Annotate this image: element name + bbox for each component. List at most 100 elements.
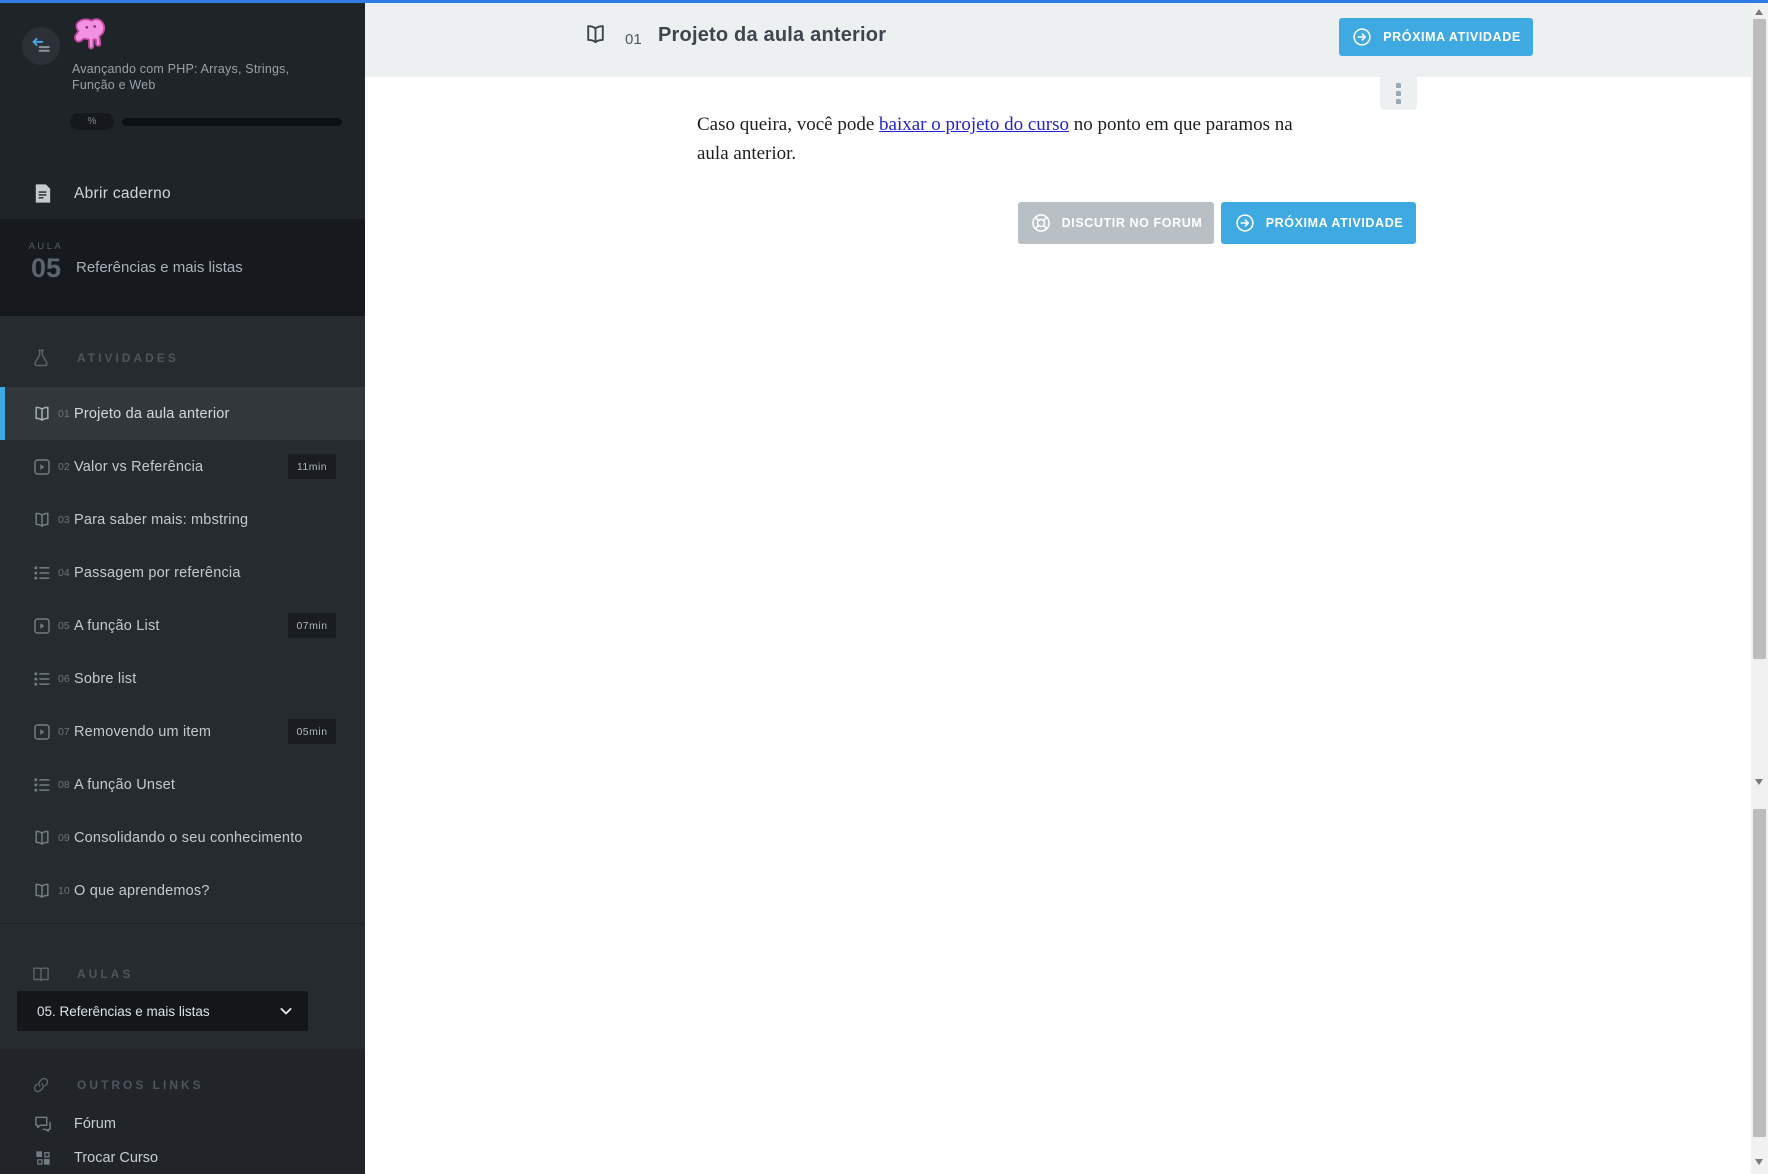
course-page: Avançando com PHP: Arrays, Strings, Funç… xyxy=(0,0,1768,1174)
book-open-icon xyxy=(32,510,52,530)
video-icon xyxy=(32,616,52,636)
activity-item-10[interactable]: 10 O que aprendemos? xyxy=(0,864,365,917)
activity-item-07[interactable]: 07 Removendo um item 05min xyxy=(0,705,365,758)
sidebar-item-switch-course[interactable]: Trocar Curso xyxy=(0,1141,365,1174)
lesson-title: Referências e mais listas xyxy=(76,259,243,276)
aulas-section-header: AULAS xyxy=(0,952,365,996)
activity-item-03[interactable]: 03 Para saber mais: mbstring xyxy=(0,493,365,546)
more-options-button[interactable] xyxy=(1380,77,1417,110)
activity-number: 03 xyxy=(58,513,70,526)
activity-item-01[interactable]: 01 Projeto da aula anterior xyxy=(0,387,365,440)
activity-label: Removendo um item xyxy=(74,723,212,740)
discuss-forum-button[interactable]: DISCUTIR NO FORUM xyxy=(1018,202,1214,244)
activity-item-08[interactable]: 08 A função Unset xyxy=(0,758,365,811)
activity-number: 08 xyxy=(58,778,70,791)
aulas-section-label: AULAS xyxy=(77,967,134,981)
sidebar: Avançando com PHP: Arrays, Strings, Funç… xyxy=(0,3,365,1174)
progress-percent-badge: % xyxy=(70,113,114,130)
aulas-section: AULAS 05. Referências e mais listas xyxy=(0,923,365,1049)
scroll-down-arrow[interactable] xyxy=(1755,1159,1763,1165)
book-open-icon xyxy=(583,22,608,47)
switch-course-label: Trocar Curso xyxy=(74,1150,159,1166)
activity-item-05[interactable]: 05 A função List 07min xyxy=(0,599,365,652)
grid-icon xyxy=(33,1148,53,1168)
next-activity-button-bottom[interactable]: PRÓXIMA ATIVIDADE xyxy=(1221,202,1416,244)
activity-item-02[interactable]: 02 Valor vs Referência 11min xyxy=(0,440,365,493)
loading-progress-strip xyxy=(0,0,1768,3)
scroll-up-arrow[interactable] xyxy=(1755,9,1763,15)
next-activity-button-top[interactable]: PRÓXIMA ATIVIDADE xyxy=(1339,18,1533,56)
page-title: Projeto da aula anterior xyxy=(658,24,887,46)
collapse-sidebar-icon xyxy=(30,35,52,57)
activity-label: A função Unset xyxy=(74,776,176,793)
scrollbar[interactable] xyxy=(1751,3,1768,1174)
next-activity-label: PRÓXIMA ATIVIDADE xyxy=(1265,216,1404,230)
lesson-badge-label: AULA xyxy=(28,241,64,252)
book-icon xyxy=(31,964,51,984)
book-open-icon xyxy=(32,828,52,848)
notebook-icon xyxy=(31,182,54,205)
activities-section-label: ATIVIDADES xyxy=(77,351,179,365)
activity-header: 01 Projeto da aula anterior PRÓXIMA ATIV… xyxy=(365,3,1751,77)
scrollbar-thumb-outer[interactable] xyxy=(1753,19,1766,659)
activity-item-04[interactable]: 04 Passagem por referência xyxy=(0,546,365,599)
exercise-list-icon xyxy=(32,563,52,583)
activity-header-number: 01 xyxy=(625,31,642,48)
flask-icon xyxy=(31,348,51,368)
activity-number: 04 xyxy=(58,566,70,579)
discuss-forum-label: DISCUTIR NO FORUM xyxy=(1061,216,1203,230)
video-icon xyxy=(32,457,52,477)
lesson-select[interactable]: 05. Referências e mais listas xyxy=(17,991,308,1031)
activities-section: ATIVIDADES 01 Projeto da aula anterior 0… xyxy=(0,316,365,923)
exercise-list-icon xyxy=(32,775,52,795)
activities-section-header: ATIVIDADES xyxy=(0,336,365,380)
next-activity-label: PRÓXIMA ATIVIDADE xyxy=(1383,30,1521,44)
activity-paragraph: Caso queira, você pode baixar o projeto … xyxy=(697,110,1325,168)
collapse-sidebar-button[interactable] xyxy=(22,27,60,65)
download-project-link[interactable]: baixar o projeto do curso xyxy=(879,114,1069,135)
activity-label: Passagem por referência xyxy=(74,564,241,581)
scroll-down-arrow[interactable] xyxy=(1755,779,1763,785)
paragraph-text: Caso queira, você pode xyxy=(697,114,880,135)
activity-label: Consolidando o seu conhecimento xyxy=(74,829,303,846)
arrow-right-circle-icon xyxy=(1234,212,1256,234)
activity-item-06[interactable]: 06 Sobre list xyxy=(0,652,365,705)
chevron-down-icon xyxy=(276,1001,296,1021)
activity-label: A função List xyxy=(74,617,160,634)
activity-number: 05 xyxy=(58,619,70,632)
link-icon xyxy=(31,1075,51,1095)
video-icon xyxy=(32,722,52,742)
activity-duration-badge: 05min xyxy=(288,719,336,744)
activity-number: 01 xyxy=(58,407,70,420)
book-open-icon xyxy=(32,404,52,424)
kebab-dot xyxy=(1396,83,1401,88)
activity-label: Sobre list xyxy=(74,670,137,687)
activity-number: 07 xyxy=(58,725,70,738)
php-elephant-logo xyxy=(68,15,110,62)
arrow-right-circle-icon xyxy=(1351,26,1373,48)
lesson-badge-number: 05 xyxy=(30,253,62,283)
book-open-icon xyxy=(32,881,52,901)
activity-item-09[interactable]: 09 Consolidando o seu conhecimento xyxy=(0,811,365,864)
course-title: Avançando com PHP: Arrays, Strings, Funç… xyxy=(72,62,290,93)
sidebar-item-forum[interactable]: Fórum xyxy=(0,1107,365,1141)
open-notebook-button[interactable]: Abrir caderno xyxy=(0,168,365,219)
exercise-list-icon xyxy=(32,669,52,689)
activity-duration-badge: 11min xyxy=(288,454,336,479)
kebab-dot xyxy=(1396,99,1401,104)
life-buoy-icon xyxy=(1030,212,1052,234)
lesson-select-value: 05. Referências e mais listas xyxy=(37,1003,210,1019)
activity-label: Projeto da aula anterior xyxy=(74,405,230,422)
activities-list: 01 Projeto da aula anterior 02 Valor vs … xyxy=(0,387,365,917)
sidebar-course-section: Avançando com PHP: Arrays, Strings, Funç… xyxy=(0,3,365,219)
forum-link-label: Fórum xyxy=(74,1116,116,1132)
activity-number: 06 xyxy=(58,672,70,685)
scrollbar-thumb-inner[interactable] xyxy=(1753,809,1766,1137)
activity-label: Para saber mais: mbstring xyxy=(74,511,249,528)
open-notebook-label: Abrir caderno xyxy=(74,184,171,202)
activity-number: 02 xyxy=(58,460,70,473)
other-links-label: OUTROS LINKS xyxy=(77,1078,204,1092)
current-lesson-banner: AULA 05 Referências e mais listas xyxy=(0,219,365,316)
activity-duration-badge: 07min xyxy=(288,613,336,638)
activity-number: 10 xyxy=(58,884,70,897)
